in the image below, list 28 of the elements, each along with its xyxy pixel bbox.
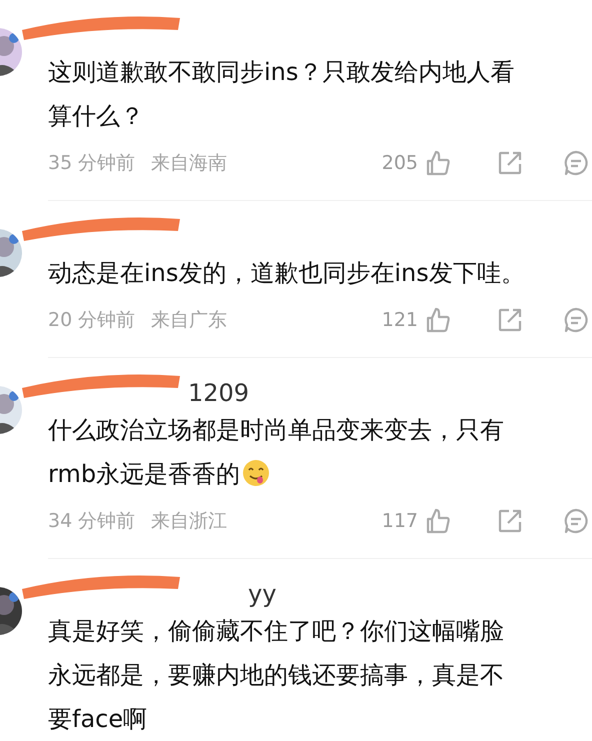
comment-time: 20 分钟前 bbox=[48, 308, 136, 333]
thumbs-up-icon[interactable] bbox=[424, 507, 452, 535]
comment-text-line: rmb永远是香香的 bbox=[48, 452, 592, 496]
share-icon[interactable] bbox=[496, 507, 524, 535]
comment-icon[interactable] bbox=[562, 149, 590, 177]
like-count: 121 bbox=[382, 309, 418, 331]
comment-text-line: 动态是在ins发的，道歉也同步在ins发下哇。 bbox=[48, 258, 526, 289]
comment-text-line: 这则道歉敢不敢同步ins？只敢发给内地人看 bbox=[48, 57, 516, 88]
username[interactable]: yy bbox=[248, 581, 276, 607]
comment-time: 35 分钟前 bbox=[48, 151, 136, 176]
comment-location: 来自海南 bbox=[151, 151, 228, 176]
share-icon[interactable] bbox=[496, 306, 524, 334]
comment-text-line: 什么政治立场都是时尚单品变来变去，只有 bbox=[48, 415, 505, 446]
thumbs-up-icon[interactable] bbox=[424, 149, 452, 177]
comment-text-line: 要face啊 bbox=[48, 704, 148, 735]
comment-text-line: 永远都是，要赚内地的钱还要搞事，真是不 bbox=[48, 660, 505, 691]
comment-location: 来自广东 bbox=[151, 308, 228, 333]
comment-text-line: 算什么？ bbox=[48, 101, 145, 132]
username[interactable]: 1209 bbox=[188, 380, 250, 406]
comment-icon[interactable] bbox=[562, 507, 590, 535]
thumbs-up-icon[interactable] bbox=[424, 306, 452, 334]
like-count: 205 bbox=[382, 152, 418, 174]
comment-time: 34 分钟前 bbox=[48, 509, 136, 534]
share-icon[interactable] bbox=[496, 149, 524, 177]
comment-icon[interactable] bbox=[562, 306, 590, 334]
comment-location: 来自浙江 bbox=[151, 509, 228, 534]
like-count: 117 bbox=[382, 510, 418, 532]
comment-text-line: 真是好笑，偷偷藏不住了吧？你们这幅嘴脸 bbox=[48, 616, 505, 647]
